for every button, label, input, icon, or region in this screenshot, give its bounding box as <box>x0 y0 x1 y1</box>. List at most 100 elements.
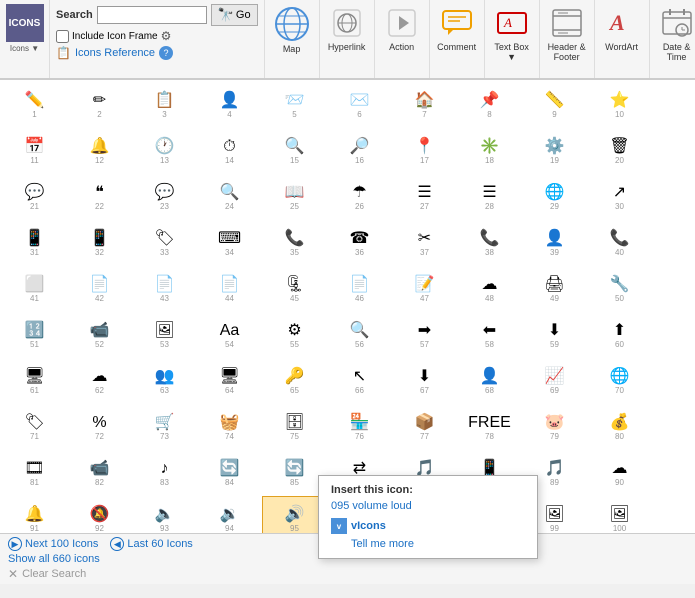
icon-cell-91[interactable]: 🔔 91 <box>2 496 67 533</box>
icon-cell-60[interactable]: ⬆ 60 <box>587 312 652 358</box>
include-frame-checkbox[interactable] <box>56 30 69 43</box>
icon-cell-10[interactable]: ⭐ 10 <box>587 82 652 128</box>
icon-cell-92[interactable]: 🔕 92 <box>67 496 132 533</box>
icon-cell-2[interactable]: ✏ 2 <box>67 82 132 128</box>
tell-more-link[interactable]: Tell me more <box>351 538 525 550</box>
icon-cell-42[interactable]: 📄 42 <box>67 266 132 312</box>
icon-cell-6[interactable]: ✉️ 6 <box>327 82 392 128</box>
icon-cell-20[interactable]: 🗑 20 <box>587 128 652 174</box>
icon-cell-44[interactable]: 📄 44 <box>197 266 262 312</box>
gear-icon[interactable]: ⚙ <box>161 29 172 43</box>
icon-cell-17[interactable]: 📍 17 <box>392 128 457 174</box>
icon-cell-1[interactable]: ✏️ 1 <box>2 82 67 128</box>
popup-source-name[interactable]: vIcons <box>351 520 386 532</box>
icon-cell-58[interactable]: ⬅ 58 <box>457 312 522 358</box>
icon-cell-26[interactable]: ☂ 26 <box>327 174 392 220</box>
icon-cell-34[interactable]: ⌨ 34 <box>197 220 262 266</box>
header-footer-group[interactable]: Header & Footer <box>540 0 595 78</box>
icon-cell-56[interactable]: 🔍 56 <box>327 312 392 358</box>
icon-cell-25[interactable]: 📖 25 <box>262 174 327 220</box>
search-input[interactable] <box>97 6 207 24</box>
icon-cell-35[interactable]: 📞 35 <box>262 220 327 266</box>
icon-cell-78[interactable]: FREE 78 <box>457 404 522 450</box>
icons-logo-group[interactable]: ICONS Icons ▼ <box>0 0 50 78</box>
icon-cell-54[interactable]: Aa 54 <box>197 312 262 358</box>
icon-cell-75[interactable]: 🗄 75 <box>262 404 327 450</box>
icon-cell-28[interactable]: ☰ 28 <box>457 174 522 220</box>
icon-cell-47[interactable]: 📝 47 <box>392 266 457 312</box>
icon-cell-73[interactable]: 🛒 73 <box>132 404 197 450</box>
next-100-link[interactable]: ▶ Next 100 Icons <box>8 537 98 551</box>
icon-cell-49[interactable]: 🖨 49 <box>522 266 587 312</box>
icon-cell-7[interactable]: 🏠 7 <box>392 82 457 128</box>
go-button[interactable]: 🔭 Go <box>211 4 258 26</box>
icon-cell-36[interactable]: ☎ 36 <box>327 220 392 266</box>
icons-ref-label[interactable]: Icons Reference <box>75 47 155 59</box>
icon-cell-3[interactable]: 📋 3 <box>132 82 197 128</box>
icon-cell-30[interactable]: ↗ 30 <box>587 174 652 220</box>
icon-cell-38[interactable]: 📞 38 <box>457 220 522 266</box>
icon-cell-41[interactable]: ⬜ 41 <box>2 266 67 312</box>
icon-cell-4[interactable]: 👤 4 <box>197 82 262 128</box>
icon-cell-14[interactable]: ⏱ 14 <box>197 128 262 174</box>
icon-cell-21[interactable]: 💬 21 <box>2 174 67 220</box>
textbox-group[interactable]: A Text Box ▼ <box>485 0 540 78</box>
icon-cell-33[interactable]: 🏷 33 <box>132 220 197 266</box>
icon-cell-69[interactable]: 📈 69 <box>522 358 587 404</box>
icon-cell-5[interactable]: 📨 5 <box>262 82 327 128</box>
icon-cell-23[interactable]: 💬 23 <box>132 174 197 220</box>
icon-cell-94[interactable]: 🔉 94 <box>197 496 262 533</box>
icon-cell-81[interactable]: 🎞 81 <box>2 450 67 496</box>
icon-cell-71[interactable]: 🏷 71 <box>2 404 67 450</box>
icon-cell-43[interactable]: 📄 43 <box>132 266 197 312</box>
icon-cell-51[interactable]: 🔢 51 <box>2 312 67 358</box>
icon-cell-79[interactable]: 🐷 79 <box>522 404 587 450</box>
icon-cell-22[interactable]: ❝ 22 <box>67 174 132 220</box>
icon-cell-55[interactable]: ⚙ 55 <box>262 312 327 358</box>
icon-cell-77[interactable]: 📦 77 <box>392 404 457 450</box>
icon-cell-65[interactable]: 🔑 65 <box>262 358 327 404</box>
icon-cell-9[interactable]: 📏 9 <box>522 82 587 128</box>
icon-cell-82[interactable]: 📹 82 <box>67 450 132 496</box>
icon-cell-67[interactable]: ⬇ 67 <box>392 358 457 404</box>
icon-cell-53[interactable]: 🖼 53 <box>132 312 197 358</box>
icon-cell-59[interactable]: ⬇ 59 <box>522 312 587 358</box>
icon-cell-48[interactable]: ☁ 48 <box>457 266 522 312</box>
icon-cell-63[interactable]: 👥 63 <box>132 358 197 404</box>
wordart-group[interactable]: A WordArt <box>595 0 650 78</box>
icon-cell-70[interactable]: 🌐 70 <box>587 358 652 404</box>
show-all-link[interactable]: Show all 660 icons <box>8 553 100 565</box>
last-60-link[interactable]: ◀ Last 60 Icons <box>110 537 192 551</box>
icon-cell-16[interactable]: 🔎 16 <box>327 128 392 174</box>
hyperlink-group[interactable]: Hyperlink <box>320 0 375 78</box>
icon-cell-80[interactable]: 💰 80 <box>587 404 652 450</box>
icon-cell-19[interactable]: ⚙️ 19 <box>522 128 587 174</box>
icon-cell-68[interactable]: 👤 68 <box>457 358 522 404</box>
icon-cell-61[interactable]: 🖥 61 <box>2 358 67 404</box>
icon-cell-57[interactable]: ➡ 57 <box>392 312 457 358</box>
icon-cell-39[interactable]: 👤 39 <box>522 220 587 266</box>
icon-cell-29[interactable]: 🌐 29 <box>522 174 587 220</box>
comment-group[interactable]: Comment <box>430 0 485 78</box>
icon-cell-13[interactable]: 🕐 13 <box>132 128 197 174</box>
icon-cell-74[interactable]: 🧺 74 <box>197 404 262 450</box>
icon-cell-62[interactable]: ☁ 62 <box>67 358 132 404</box>
icon-cell-46[interactable]: 📄 46 <box>327 266 392 312</box>
icon-cell-27[interactable]: ☰ 27 <box>392 174 457 220</box>
icon-cell-12[interactable]: 🔔 12 <box>67 128 132 174</box>
icon-cell-11[interactable]: 📅 11 <box>2 128 67 174</box>
icon-cell-72[interactable]: % 72 <box>67 404 132 450</box>
icon-cell-50[interactable]: 🔧 50 <box>587 266 652 312</box>
map-group[interactable]: Map <box>265 0 320 78</box>
icon-cell-32[interactable]: 📱 32 <box>67 220 132 266</box>
icon-cell-52[interactable]: 📹 52 <box>67 312 132 358</box>
icon-cell-76[interactable]: 🏪 76 <box>327 404 392 450</box>
icon-cell-100[interactable]: 🖼 100 <box>587 496 652 533</box>
icon-cell-24[interactable]: 🔍 24 <box>197 174 262 220</box>
icon-cell-83[interactable]: ♪ 83 <box>132 450 197 496</box>
clear-search-label[interactable]: Clear Search <box>22 568 86 580</box>
icon-cell-66[interactable]: ↖ 66 <box>327 358 392 404</box>
icon-cell-18[interactable]: ✳️ 18 <box>457 128 522 174</box>
help-icon[interactable]: ? <box>159 46 173 60</box>
icon-cell-31[interactable]: 📱 31 <box>2 220 67 266</box>
